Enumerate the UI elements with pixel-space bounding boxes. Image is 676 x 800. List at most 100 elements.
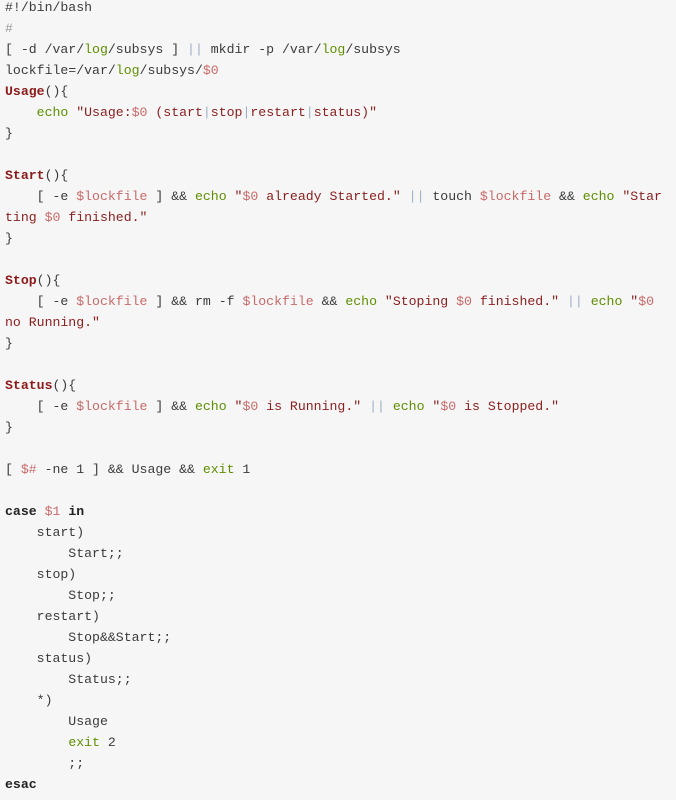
operator: | xyxy=(305,105,314,120)
code-text: (){ xyxy=(52,378,77,393)
code-text: [ -e xyxy=(5,399,77,414)
variable: $1 xyxy=(44,504,61,519)
code-text: /subsys ] xyxy=(107,42,188,57)
code-line: case $1 in xyxy=(5,501,676,522)
code-line: Stop&&Start;; xyxy=(5,627,676,648)
function-name: Stop xyxy=(5,273,37,288)
variable: $lockfile xyxy=(76,399,148,414)
builtin: echo xyxy=(590,294,623,309)
code-text: } xyxy=(5,420,13,435)
code-line: esac xyxy=(5,774,676,795)
string: ting xyxy=(5,210,45,225)
variable: $0 xyxy=(456,294,472,309)
code-line: lockfile=/var/log/subsys/$0 xyxy=(5,60,676,81)
code-line: Start(){ xyxy=(5,165,676,186)
code-text: ] && xyxy=(147,399,195,414)
variable: $lockfile xyxy=(242,294,314,309)
code-block: #!/bin/bash #[ -d /var/log/subsys ] || mk… xyxy=(0,0,676,795)
code-line: Usage(){ xyxy=(5,81,676,102)
code-text: 2 xyxy=(99,735,116,750)
string: is Stopped." xyxy=(456,399,560,414)
code-text: 1 xyxy=(234,462,251,477)
code-text: (){ xyxy=(36,273,61,288)
string: is Running." xyxy=(258,399,362,414)
code-line: *) xyxy=(5,690,676,711)
variable: $0 xyxy=(638,294,655,309)
code-line: Usage xyxy=(5,711,676,732)
string: " xyxy=(630,294,639,309)
code-text: Usage xyxy=(5,714,108,729)
builtin: exit xyxy=(202,462,235,477)
code-text: ] && rm -f xyxy=(147,294,243,309)
code-line: no Running." xyxy=(5,312,676,333)
keyword: esac xyxy=(5,777,37,792)
code-line: Status;; xyxy=(5,669,676,690)
code-text: lockfile=/var/ xyxy=(5,63,116,78)
code-text: /subsys xyxy=(345,42,401,57)
code-text: && xyxy=(551,189,583,204)
function-name: Status xyxy=(5,378,53,393)
code-line: Start;; xyxy=(5,543,676,564)
code-text: ] && xyxy=(147,189,195,204)
builtin: log xyxy=(84,42,108,57)
code-text: } xyxy=(5,126,13,141)
builtin: echo xyxy=(345,294,377,309)
variable: $0 xyxy=(202,63,219,78)
code-line: status) xyxy=(5,648,676,669)
operator: || xyxy=(187,42,203,57)
variable: $0 xyxy=(131,105,148,120)
code-text: } xyxy=(5,336,13,351)
code-text: touch xyxy=(424,189,480,204)
function-name: Usage xyxy=(5,84,45,99)
string: finished." xyxy=(471,294,560,309)
code-text: Start;; xyxy=(5,546,124,561)
code-line: [ $# -ne 1 ] && Usage && exit 1 xyxy=(5,459,676,480)
code-text: *) xyxy=(5,693,53,708)
code-line: [ -e $lockfile ] && echo "$0 is Running.… xyxy=(5,396,676,417)
code-line: } xyxy=(5,333,676,354)
builtin: echo xyxy=(36,105,69,120)
code-line: exit 2 xyxy=(5,732,676,753)
code-line: start) xyxy=(5,522,676,543)
code-text: [ xyxy=(5,462,21,477)
builtin: log xyxy=(115,63,140,78)
operator: | xyxy=(202,105,211,120)
string: status)" xyxy=(313,105,378,120)
operator: || xyxy=(369,399,385,414)
code-text: stop) xyxy=(5,567,77,582)
code-text: (){ xyxy=(44,168,69,183)
code-text: } xyxy=(5,231,13,246)
keyword: in xyxy=(68,504,85,519)
code-line: Stop;; xyxy=(5,585,676,606)
code-line: [ -d /var/log/subsys ] || mkdir -p /var/… xyxy=(5,39,676,60)
comment: # xyxy=(5,21,13,36)
code-text: /subsys/ xyxy=(139,63,203,78)
builtin: exit xyxy=(68,735,100,750)
string: (start xyxy=(147,105,203,120)
code-line: # xyxy=(5,18,676,39)
builtin: echo xyxy=(194,189,227,204)
code-line: stop) xyxy=(5,564,676,585)
variable: $0 xyxy=(242,189,259,204)
string: "Stoping xyxy=(384,294,457,309)
code-text: [ -d /var/ xyxy=(5,42,85,57)
code-text: mkdir -p /var/ xyxy=(202,42,322,57)
code-text: #!/bin/bash xyxy=(5,0,93,15)
variable: $# xyxy=(20,462,37,477)
code-text: (){ xyxy=(44,84,69,99)
string: "Star xyxy=(622,189,662,204)
code-line: #!/bin/bash xyxy=(5,0,676,18)
code-text: status) xyxy=(5,651,93,666)
code-text: [ -e xyxy=(5,294,77,309)
code-line: [ -e $lockfile ] && rm -f $lockfile && e… xyxy=(5,291,676,312)
builtin: echo xyxy=(194,399,227,414)
operator: || xyxy=(408,189,425,204)
